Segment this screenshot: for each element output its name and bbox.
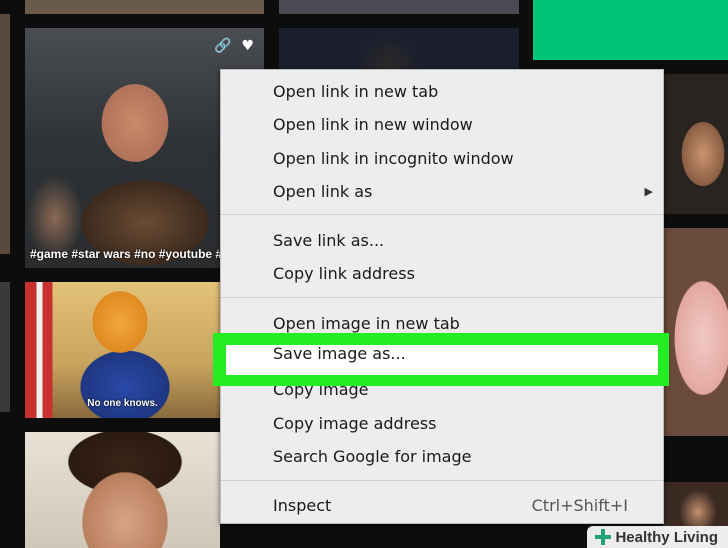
- menu-item-open-link-new-tab[interactable]: Open link in new tab: [221, 77, 663, 107]
- tile-subtitle: No one knows.: [87, 398, 158, 409]
- menu-item-open-link-new-window[interactable]: Open link in new window: [221, 110, 663, 140]
- menu-item-label: Save image as...: [273, 344, 406, 363]
- menu-separator: [221, 297, 663, 298]
- menu-item-label: Open image in new tab: [273, 314, 460, 333]
- gif-tile[interactable]: [533, 0, 728, 60]
- menu-item-open-link-incognito[interactable]: Open link in incognito window: [221, 144, 663, 174]
- menu-item-search-google-image[interactable]: Search Google for image: [221, 442, 663, 472]
- gif-tile[interactable]: [0, 282, 10, 412]
- menu-item-open-link-as[interactable]: Open link as ▶: [221, 177, 663, 207]
- plus-cross-icon: [595, 529, 612, 545]
- menu-item-inspect[interactable]: Inspect Ctrl+Shift+I: [221, 491, 663, 521]
- gif-tile[interactable]: [279, 0, 519, 14]
- context-menu: Open link in new tab Open link in new wi…: [220, 69, 664, 524]
- menu-item-label: Inspect: [273, 496, 332, 515]
- shortcut-label: Ctrl+Shift+I: [531, 496, 628, 515]
- menu-item-copy-image-address[interactable]: Copy image address: [221, 409, 663, 439]
- gif-tile[interactable]: [0, 14, 10, 254]
- menu-item-label: Open link in incognito window: [273, 149, 514, 168]
- tile-tags: #game #star wars #no #youtube #: [30, 247, 223, 261]
- menu-item-label: Open link as: [273, 182, 373, 201]
- gif-tile[interactable]: [663, 228, 728, 436]
- gif-tile-face[interactable]: [25, 432, 220, 548]
- gif-tile[interactable]: [663, 74, 728, 214]
- menu-item-label: Copy link address: [273, 264, 415, 283]
- menu-separator: [221, 480, 663, 481]
- gif-tile[interactable]: [25, 0, 264, 14]
- tile-actions: 🔗 ♥: [204, 38, 254, 54]
- menu-item-label: Copy image address: [273, 414, 437, 433]
- menu-item-label: Open link in new tab: [273, 82, 439, 101]
- gif-tile-cartoon[interactable]: No one knows.: [25, 282, 220, 418]
- gif-tile[interactable]: [279, 28, 519, 74]
- menu-item-label: Save link as...: [273, 231, 385, 250]
- heart-icon[interactable]: ♥: [241, 38, 254, 54]
- submenu-arrow-icon: ▶: [644, 185, 653, 198]
- menu-separator: [221, 214, 663, 215]
- menu-item-label: Search Google for image: [273, 447, 472, 466]
- menu-item-save-link-as[interactable]: Save link as...: [221, 226, 663, 256]
- menu-item-label: Open link in new window: [273, 115, 473, 134]
- link-icon[interactable]: 🔗: [214, 38, 231, 54]
- menu-item-copy-link-address[interactable]: Copy link address: [221, 259, 663, 289]
- watermark-text: Healthy Living: [615, 528, 718, 546]
- watermark: Healthy Living: [587, 526, 728, 548]
